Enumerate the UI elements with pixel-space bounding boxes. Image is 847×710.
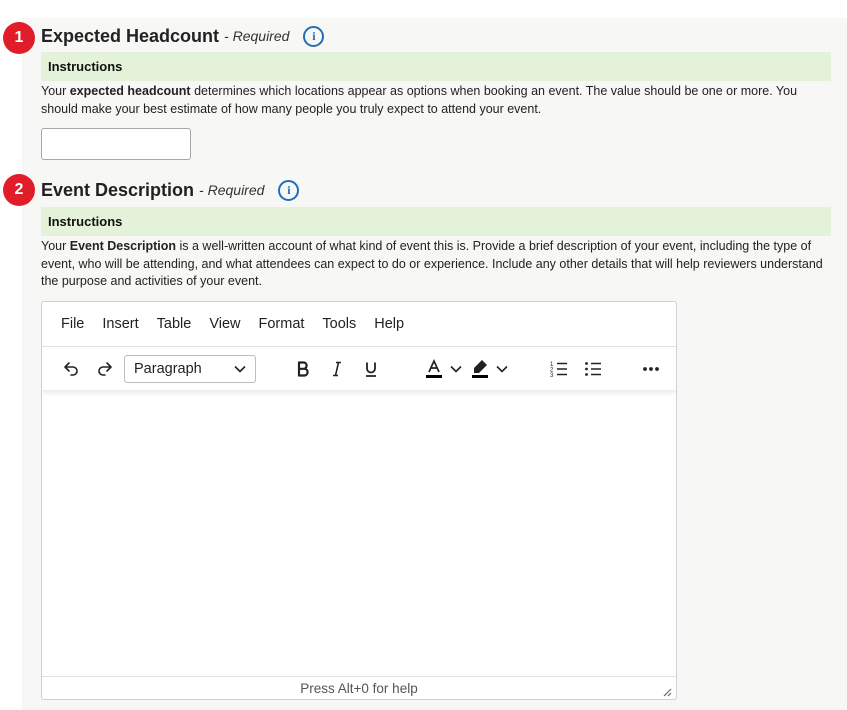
redo-icon — [98, 361, 112, 376]
resize-handle-icon[interactable] — [662, 687, 672, 697]
svg-text:3: 3 — [550, 373, 554, 379]
description-required-label: - Required — [199, 182, 265, 198]
italic-icon — [333, 361, 341, 376]
editor-menubar: File Insert Table View Format Tools Help — [42, 302, 676, 346]
undo-button[interactable] — [54, 354, 88, 384]
rich-text-editor: File Insert Table View Format Tools Help… — [41, 301, 677, 700]
block-format-select[interactable]: Paragraph — [124, 354, 256, 383]
bold-button[interactable] — [286, 354, 320, 384]
info-icon[interactable]: i — [278, 179, 300, 201]
text-color-button[interactable] — [420, 354, 466, 384]
chevron-down-icon — [496, 365, 508, 373]
bold-icon — [297, 360, 309, 377]
highlight-icon — [472, 359, 488, 378]
editor-statusbar: Press Alt+0 for help — [42, 676, 676, 699]
step-badge-1: 1 — [3, 22, 35, 54]
editor-content-area[interactable] — [42, 390, 676, 676]
info-icon[interactable]: i — [303, 25, 325, 47]
menu-tools[interactable]: Tools — [313, 316, 365, 332]
description-heading: Event Description - Required i — [41, 178, 300, 202]
menu-view[interactable]: View — [200, 316, 249, 332]
menu-table[interactable]: Table — [148, 316, 201, 332]
numbered-list-icon: 123 — [550, 362, 567, 379]
menu-insert[interactable]: Insert — [93, 316, 147, 332]
highlight-button[interactable] — [466, 354, 512, 384]
description-title: Event Description — [41, 179, 195, 200]
text-color-icon — [426, 358, 442, 378]
chevron-down-icon — [234, 365, 246, 373]
step-badge-2: 2 — [3, 174, 35, 206]
editor-help-hint: Press Alt+0 for help — [300, 681, 418, 696]
description-instructions-header: Instructions — [41, 207, 831, 236]
menu-help[interactable]: Help — [365, 316, 413, 332]
bullet-list-button[interactable] — [576, 354, 610, 384]
underline-icon — [366, 362, 376, 377]
redo-button[interactable] — [88, 354, 122, 384]
bullet-list-icon — [585, 361, 601, 376]
headcount-heading: Expected Headcount - Required i — [41, 24, 325, 48]
italic-button[interactable] — [320, 354, 354, 384]
description-instructions-text: Your Event Description is a well-written… — [41, 239, 823, 288]
more-button[interactable] — [634, 354, 668, 384]
menu-file[interactable]: File — [52, 316, 93, 332]
more-icon — [643, 366, 659, 371]
numbered-list-button[interactable]: 123 — [542, 354, 576, 384]
chevron-down-icon — [450, 365, 462, 373]
block-format-value: Paragraph — [134, 360, 202, 377]
menu-format[interactable]: Format — [249, 316, 313, 332]
headcount-required-label: - Required — [224, 28, 290, 44]
headcount-title: Expected Headcount — [41, 25, 220, 46]
headcount-input[interactable] — [41, 128, 191, 160]
editor-toolbar: Paragraph 123 — [42, 346, 676, 390]
undo-icon — [64, 361, 78, 376]
headcount-instructions-text: Your expected headcount determines which… — [41, 84, 798, 116]
headcount-instructions-header: Instructions — [41, 52, 831, 81]
underline-button[interactable] — [354, 354, 388, 384]
